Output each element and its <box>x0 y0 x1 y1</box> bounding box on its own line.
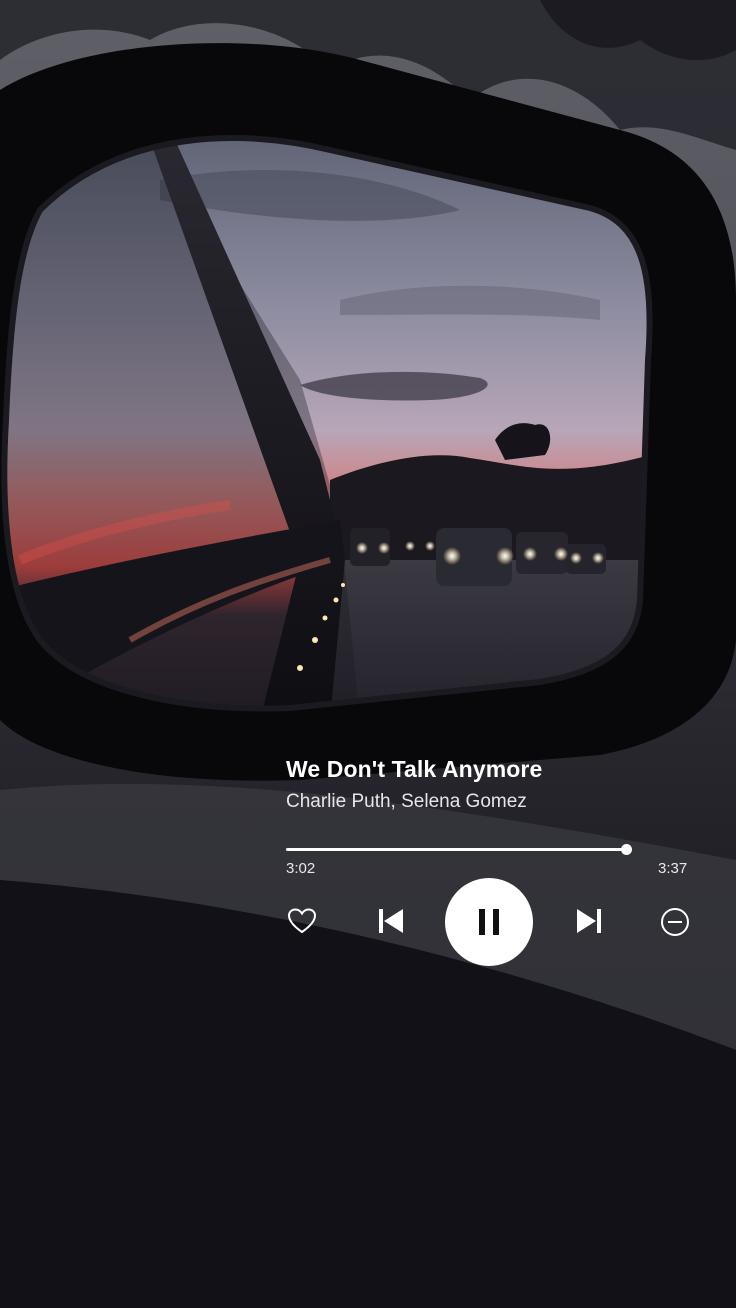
track-title: We Don't Talk Anymore <box>286 756 543 782</box>
progress-bar[interactable] <box>286 844 632 855</box>
previous-button[interactable] <box>374 904 408 938</box>
hide-song-button[interactable] <box>659 906 691 938</box>
track-artists[interactable]: Charlie Puth, Selena Gomez <box>286 791 527 813</box>
progress-handle[interactable] <box>620 844 632 855</box>
progress-fill <box>286 848 626 851</box>
next-button[interactable] <box>572 904 606 938</box>
like-button[interactable] <box>286 905 318 937</box>
skip-previous-icon <box>379 909 403 933</box>
pause-button[interactable] <box>445 878 533 966</box>
elapsed-time: 3:02 <box>286 860 316 877</box>
background-photo <box>0 0 736 1308</box>
pause-icon <box>479 909 499 935</box>
total-duration: 3:37 <box>658 860 688 877</box>
now-playing-widget: We Don't Talk Anymore Charlie Puth, Sele… <box>286 756 706 976</box>
heart-outline-icon <box>287 908 317 934</box>
minus-circle-icon <box>661 908 689 936</box>
skip-next-icon <box>577 909 601 933</box>
